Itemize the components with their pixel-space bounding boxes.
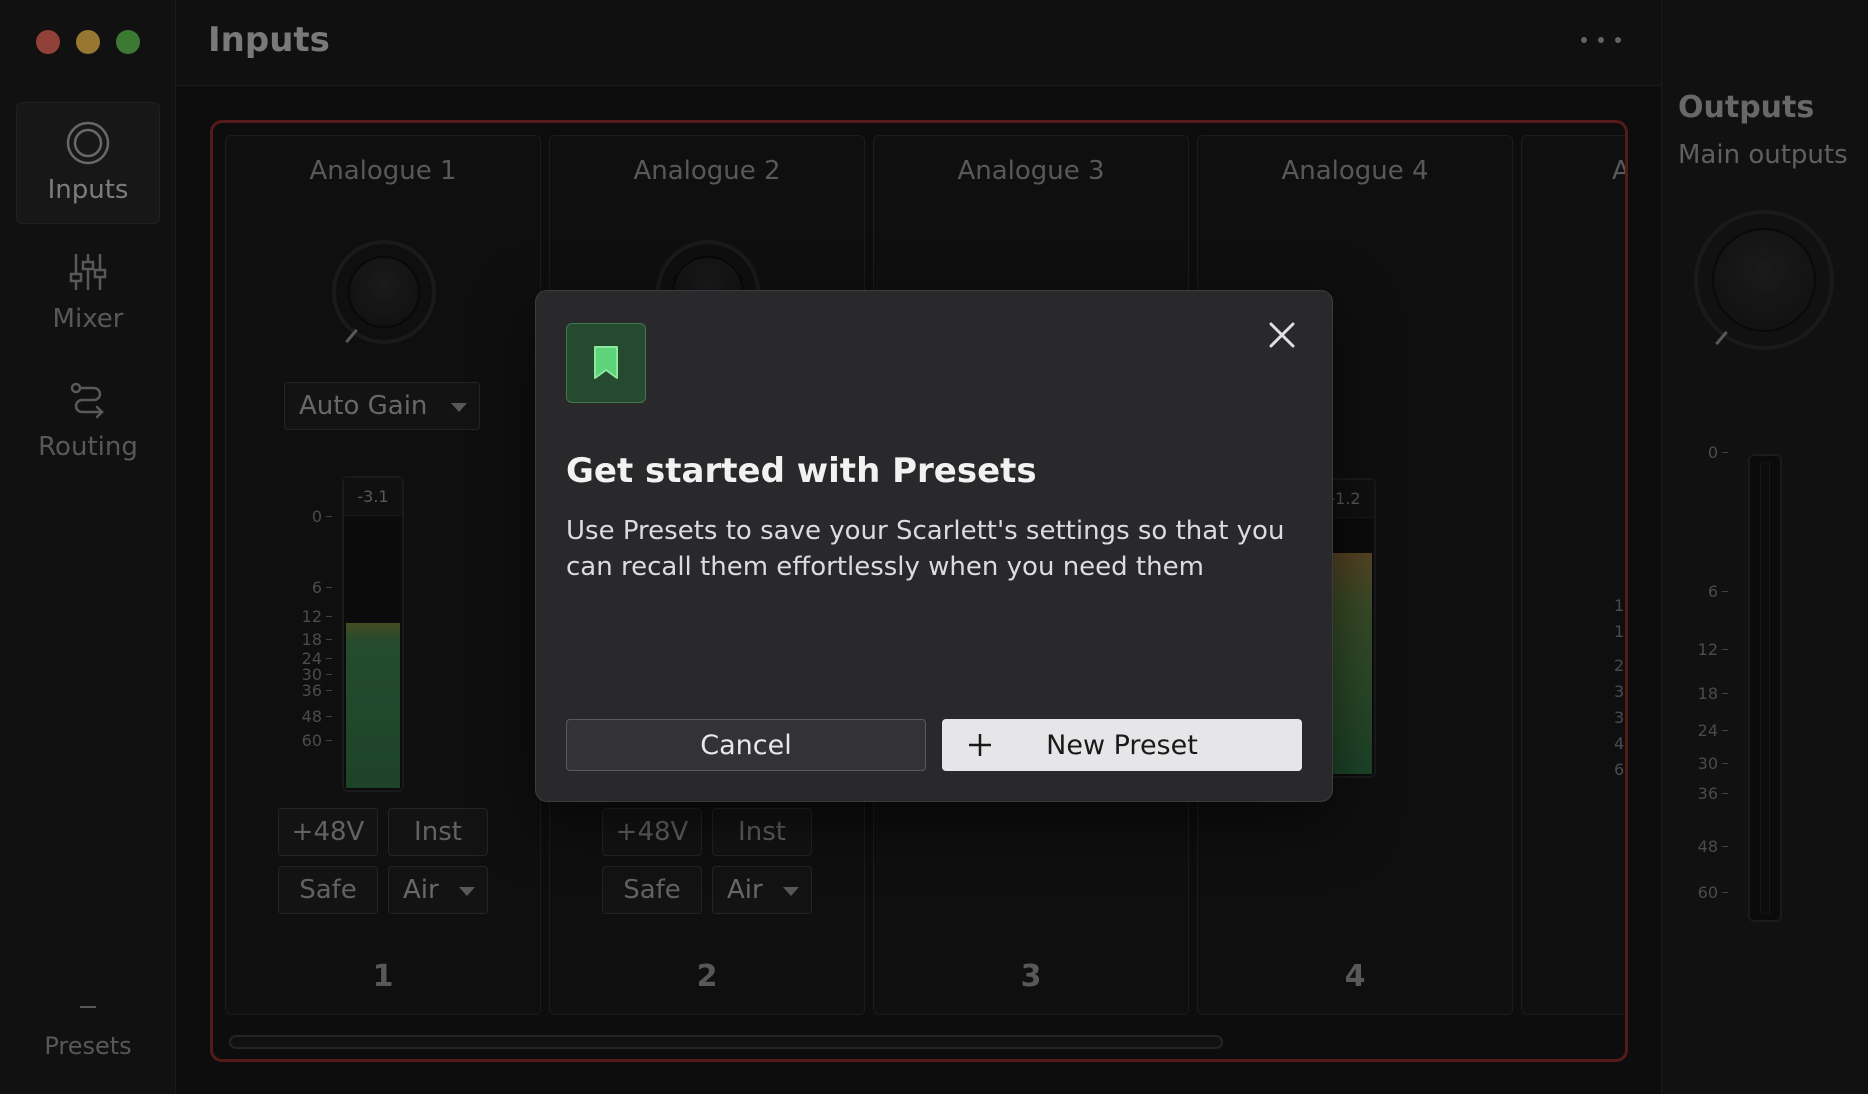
bookmark-icon: [566, 323, 646, 403]
dialog-title: Get started with Presets: [566, 451, 1037, 491]
cancel-button[interactable]: Cancel: [566, 719, 926, 771]
presets-dialog: Get started with Presets Use Presets to …: [535, 290, 1333, 802]
new-preset-button[interactable]: New Preset: [942, 719, 1302, 771]
new-preset-label: New Preset: [1046, 729, 1198, 761]
close-icon[interactable]: [1262, 315, 1302, 355]
plus-icon: [968, 733, 992, 757]
dialog-body: Use Presets to save your Scarlett's sett…: [566, 516, 1285, 582]
